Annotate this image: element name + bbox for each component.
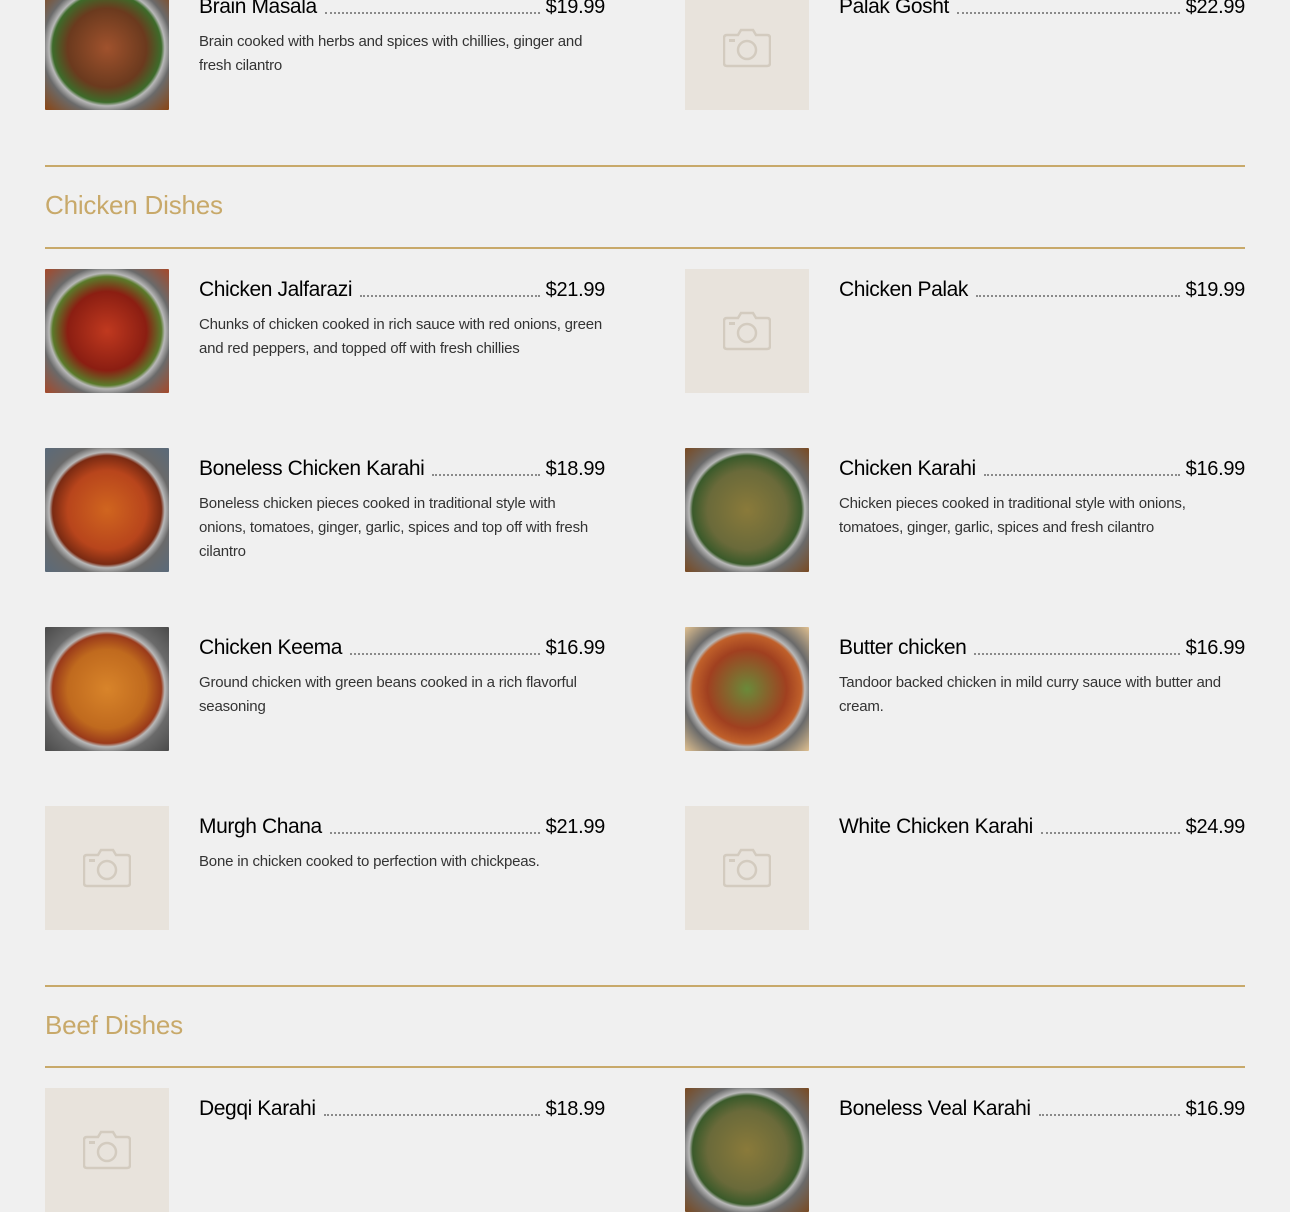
menu-item: Brain Masala $19.99 Brain cooked with herb… (45, 0, 605, 110)
dish-photo[interactable] (685, 1088, 809, 1212)
item-price: $19.99 (1185, 279, 1246, 301)
item-description: Chunks of chicken cooked in rich sauce w… (199, 316, 603, 357)
dot-leader (350, 653, 540, 655)
dish-photo[interactable] (45, 448, 169, 572)
item-name: Chicken Karahi (839, 457, 976, 480)
item-price: $16.99 (1185, 458, 1246, 480)
section-divider (45, 247, 1245, 249)
dot-leader (324, 12, 540, 14)
item-name: Degqi Karahi (199, 1097, 316, 1120)
item-name: Boneless Chicken Karahi (199, 457, 425, 480)
item-header: Palak Gosht $22.99 (839, 0, 1245, 20)
item-header: Degqi Karahi $18.99 (199, 1088, 605, 1122)
section-title-chicken: Chicken Dishes (45, 190, 223, 220)
image-placeholder[interactable] (685, 0, 809, 110)
item-price: $18.99 (545, 1098, 606, 1120)
dot-leader (976, 295, 1180, 297)
item-name: Chicken Palak (839, 278, 969, 301)
item-description: Chicken pieces cooked in traditional sty… (839, 495, 1186, 536)
item-description: Ground chicken with green beans cooked i… (199, 674, 577, 715)
item-header: Brain Masala $19.99 (199, 0, 605, 20)
dot-leader (360, 295, 540, 297)
item-price: $16.99 (545, 637, 606, 659)
dot-leader (323, 1114, 540, 1116)
dish-photo[interactable] (45, 0, 169, 110)
camera-icon (83, 1130, 131, 1170)
dot-leader (329, 832, 540, 834)
dish-photo[interactable] (685, 448, 809, 572)
dot-leader (432, 474, 540, 476)
item-name: Brain Masala (199, 0, 317, 18)
item-header: Boneless Chicken Karahi $18.99 (199, 448, 605, 482)
image-placeholder[interactable] (685, 269, 809, 393)
dot-leader (957, 12, 1180, 14)
dish-photo[interactable] (45, 627, 169, 751)
camera-icon (723, 311, 771, 351)
item-name: White Chicken Karahi (839, 815, 1033, 838)
menu-item: Chicken Palak $19.99 (685, 269, 1245, 393)
menu-item: Butter chicken $16.99 Tandoor backed chick… (685, 627, 1245, 751)
image-placeholder[interactable] (685, 806, 809, 930)
section-title-beef: Beef Dishes (45, 1010, 183, 1040)
item-description: Brain cooked with herbs and spices with … (199, 33, 583, 74)
dot-leader (1038, 1114, 1180, 1116)
dish-photo[interactable] (45, 269, 169, 393)
item-description: Boneless chicken pieces cooked in tradit… (199, 495, 589, 560)
item-header: Chicken Palak $19.99 (839, 269, 1245, 303)
menu-item: Boneless Chicken Karahi $18.99 Boneless ch… (45, 448, 605, 572)
item-price: $24.99 (1185, 816, 1246, 838)
item-price: $16.99 (1185, 1098, 1246, 1120)
menu-item: Chicken Karahi $16.99 Chicken pieces cooke… (685, 448, 1245, 572)
item-price: $21.99 (545, 279, 606, 301)
item-header: White Chicken Karahi $24.99 (839, 806, 1245, 840)
item-header: Murgh Chana $21.99 (199, 806, 605, 840)
item-description: Tandoor backed chicken in mild curry sau… (839, 674, 1221, 715)
item-name: Butter chicken (839, 636, 967, 659)
item-price: $18.99 (545, 458, 606, 480)
camera-icon (723, 28, 771, 68)
item-name: Boneless Veal Karahi (839, 1097, 1031, 1120)
section-divider (45, 1066, 1245, 1068)
section-divider (45, 165, 1245, 167)
item-price: $19.99 (545, 0, 606, 18)
item-header: Chicken Karahi $16.99 (839, 448, 1245, 482)
dot-leader (983, 474, 1180, 476)
menu-item: Murgh Chana $21.99 Bone in chicken cooked … (45, 806, 605, 930)
image-placeholder[interactable] (45, 806, 169, 930)
item-name: Chicken Jalfarazi (199, 278, 353, 301)
camera-icon (723, 848, 771, 888)
item-price: $22.99 (1185, 0, 1246, 18)
menu-item: Palak Gosht $22.99 (685, 0, 1245, 110)
dot-leader (1040, 832, 1180, 834)
item-header: Boneless Veal Karahi $16.99 (839, 1088, 1245, 1122)
menu-item: White Chicken Karahi $24.99 (685, 806, 1245, 930)
menu-item: Chicken Jalfarazi $21.99 Chunks of chicken… (45, 269, 605, 393)
item-header: Chicken Keema $16.99 (199, 627, 605, 661)
item-description: Bone in chicken cooked to perfection wit… (199, 853, 540, 870)
item-price: $16.99 (1185, 637, 1246, 659)
menu-item: Degqi Karahi $18.99 (45, 1088, 605, 1212)
menu-item: Chicken Keema $16.99 Ground chicken with g… (45, 627, 605, 751)
image-placeholder[interactable] (45, 1088, 169, 1212)
item-name: Chicken Keema (199, 636, 343, 659)
item-name: Murgh Chana (199, 815, 322, 838)
section-divider (45, 985, 1245, 987)
menu-item: Boneless Veal Karahi $16.99 (685, 1088, 1245, 1212)
dish-photo[interactable] (685, 627, 809, 751)
item-header: Butter chicken $16.99 (839, 627, 1245, 661)
item-price: $21.99 (545, 816, 606, 838)
item-header: Chicken Jalfarazi $21.99 (199, 269, 605, 303)
item-name: Palak Gosht (839, 0, 949, 18)
dot-leader (974, 653, 1180, 655)
camera-icon (83, 848, 131, 888)
